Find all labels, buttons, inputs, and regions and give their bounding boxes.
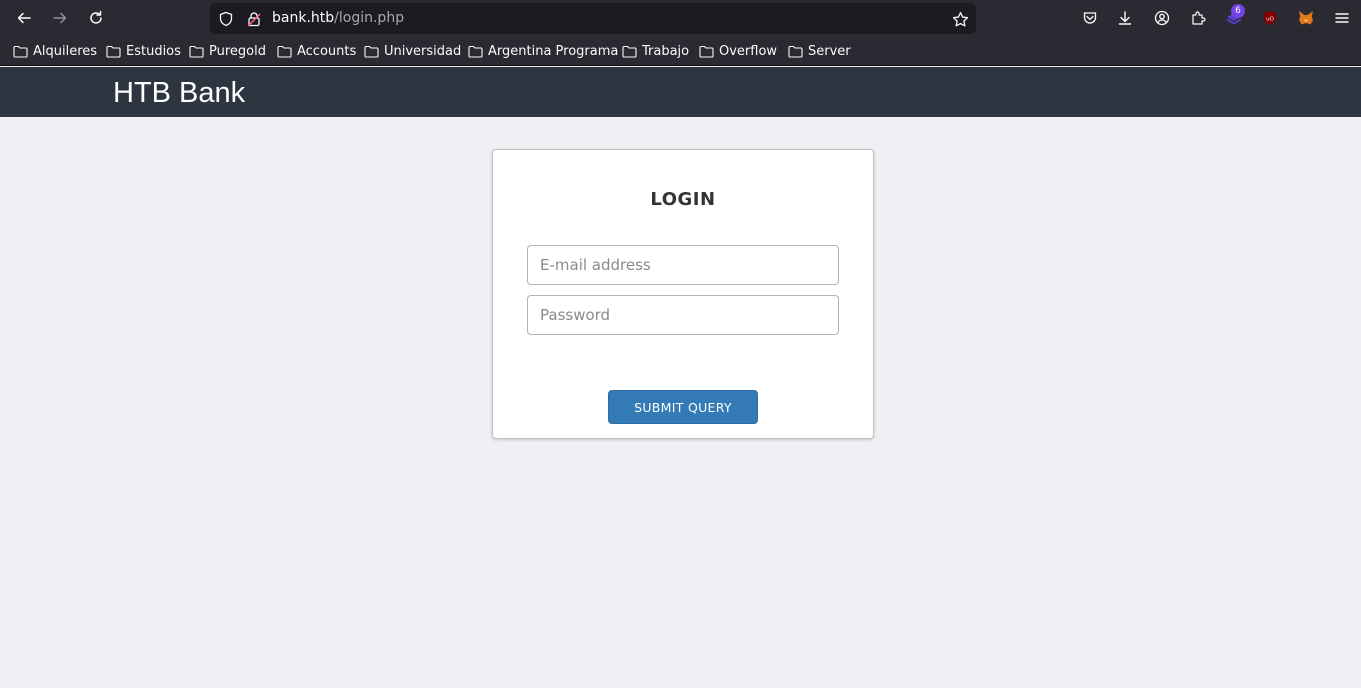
- url-host: bank.htb: [272, 10, 335, 26]
- bookmarks-bar: Alquileres Estudios Puregold Accounts Un…: [0, 37, 1361, 66]
- bookmark-label: Argentina Programa: [488, 44, 619, 59]
- bookmark-folder-accounts[interactable]: Accounts: [277, 37, 356, 66]
- ublock-button[interactable]: uO: [1255, 4, 1285, 32]
- folder-icon: [788, 45, 803, 58]
- folder-icon: [106, 45, 121, 58]
- folder-icon: [699, 45, 714, 58]
- bookmark-label: Universidad: [384, 44, 462, 59]
- bookmark-label: Server: [808, 44, 851, 59]
- url-text[interactable]: bank.htb/login.php: [272, 3, 404, 34]
- bookmark-label: Alquileres: [33, 44, 98, 59]
- folder-icon: [189, 45, 204, 58]
- folder-icon: [277, 45, 292, 58]
- bookmark-label: Estudios: [126, 44, 181, 59]
- fox-icon: [1299, 11, 1313, 25]
- bookmark-folder-trabajo[interactable]: Trabajo: [622, 37, 689, 66]
- password-field[interactable]: [527, 295, 839, 335]
- extensions-button[interactable]: [1183, 4, 1213, 32]
- account-button[interactable]: [1147, 4, 1177, 32]
- arrow-left-icon: [17, 12, 31, 24]
- metamask-button[interactable]: [1291, 4, 1321, 32]
- url-path: /login.php: [334, 10, 405, 26]
- download-icon: [1118, 11, 1132, 25]
- arrow-right-icon: [53, 12, 67, 24]
- bookmark-folder-server[interactable]: Server: [788, 37, 851, 66]
- bookmark-label: Puregold: [209, 44, 266, 59]
- address-bar[interactable]: bank.htb/login.php: [210, 3, 976, 34]
- folder-icon: [622, 45, 637, 58]
- bookmark-label: Overflow: [719, 44, 778, 59]
- bookmark-folder-puregold[interactable]: Puregold: [189, 37, 266, 66]
- svg-text:uO: uO: [1266, 17, 1274, 23]
- folder-icon: [13, 45, 28, 58]
- hamburger-icon: [1335, 13, 1349, 23]
- bookmark-folder-estudios[interactable]: Estudios: [106, 37, 181, 66]
- folder-icon: [364, 45, 379, 58]
- bookmark-label: Trabajo: [642, 44, 690, 59]
- account-icon: [1154, 10, 1170, 26]
- browser-toolbar: bank.htb/login.php 6 uO: [0, 0, 1361, 37]
- insecure-lock-icon[interactable]: [245, 10, 263, 28]
- downloads-button[interactable]: [1110, 4, 1140, 32]
- site-navbar: HTB Bank: [0, 67, 1361, 117]
- back-button[interactable]: [9, 4, 39, 32]
- bookmark-folder-alquileres[interactable]: Alquileres: [13, 37, 97, 66]
- forward-button[interactable]: [45, 4, 75, 32]
- shield-icon[interactable]: [217, 10, 235, 28]
- bookmark-star-icon[interactable]: [951, 10, 969, 28]
- bookmark-label: Accounts: [297, 44, 357, 59]
- ublock-shield-icon: uO: [1264, 11, 1276, 25]
- brand-link[interactable]: HTB Bank: [113, 67, 245, 117]
- login-title: LOGIN: [650, 189, 716, 210]
- pocket-button[interactable]: [1075, 4, 1105, 32]
- folder-icon: [468, 45, 483, 58]
- submit-button[interactable]: Submit Query: [608, 390, 758, 424]
- pocket-icon: [1083, 12, 1097, 24]
- puzzle-icon: [1192, 11, 1206, 25]
- menu-button[interactable]: [1327, 4, 1357, 32]
- email-field[interactable]: [527, 245, 839, 285]
- reload-button[interactable]: [81, 4, 111, 32]
- bookmark-folder-universidad[interactable]: Universidad: [364, 37, 461, 66]
- extension-badge: 6: [1231, 4, 1245, 18]
- bookmark-folder-overflow[interactable]: Overflow: [699, 37, 777, 66]
- bookmark-folder-argentina-programa[interactable]: Argentina Programa: [468, 37, 618, 66]
- login-card: LOGIN Submit Query: [492, 149, 874, 439]
- reload-icon: [90, 10, 102, 24]
